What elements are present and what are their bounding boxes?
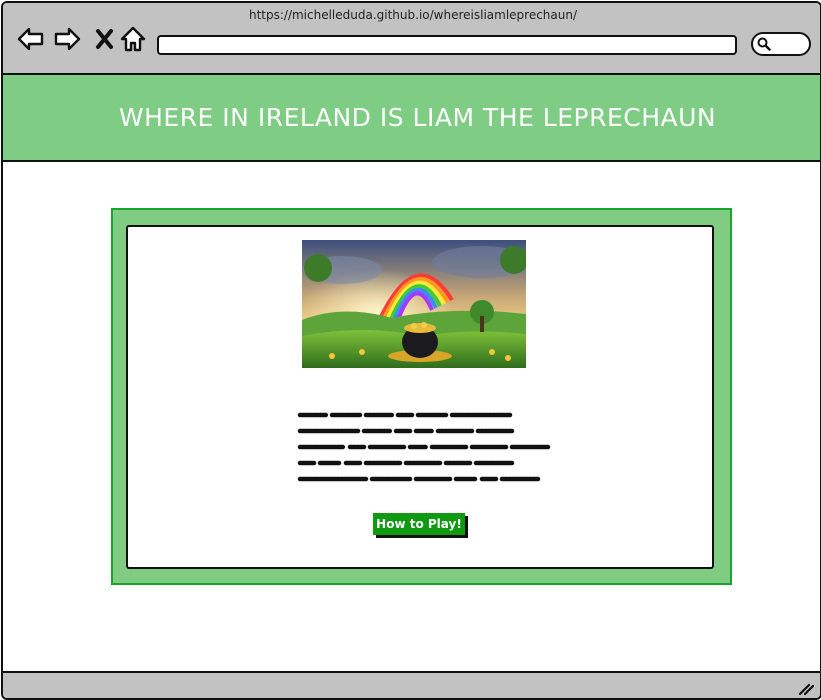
address-bar[interactable] — [157, 35, 737, 55]
close-x-icon[interactable] — [91, 25, 119, 53]
how-to-play-button[interactable]: How to Play! — [373, 513, 465, 535]
url-text: https://michelleduda.github.io/whereisli… — [248, 8, 578, 22]
status-bar — [3, 671, 820, 698]
search-field[interactable] — [751, 32, 811, 56]
home-icon[interactable] — [119, 25, 147, 53]
rainbow-pot-of-gold-image — [302, 240, 526, 368]
back-arrow-icon[interactable] — [17, 25, 45, 53]
hero-image — [302, 240, 526, 368]
search-icon — [757, 37, 771, 51]
page-title: WHERE IN IRELAND IS LIAM THE LEPRECHAUN — [118, 103, 717, 132]
resize-grip-icon[interactable] — [798, 682, 814, 696]
site-header: WHERE IN IRELAND IS LIAM THE LEPRECHAUN — [3, 75, 820, 162]
forward-arrow-icon[interactable] — [53, 25, 81, 53]
browser-toolbar: https://michelleduda.github.io/whereisli… — [3, 3, 820, 75]
intro-text-placeholder — [297, 412, 551, 482]
